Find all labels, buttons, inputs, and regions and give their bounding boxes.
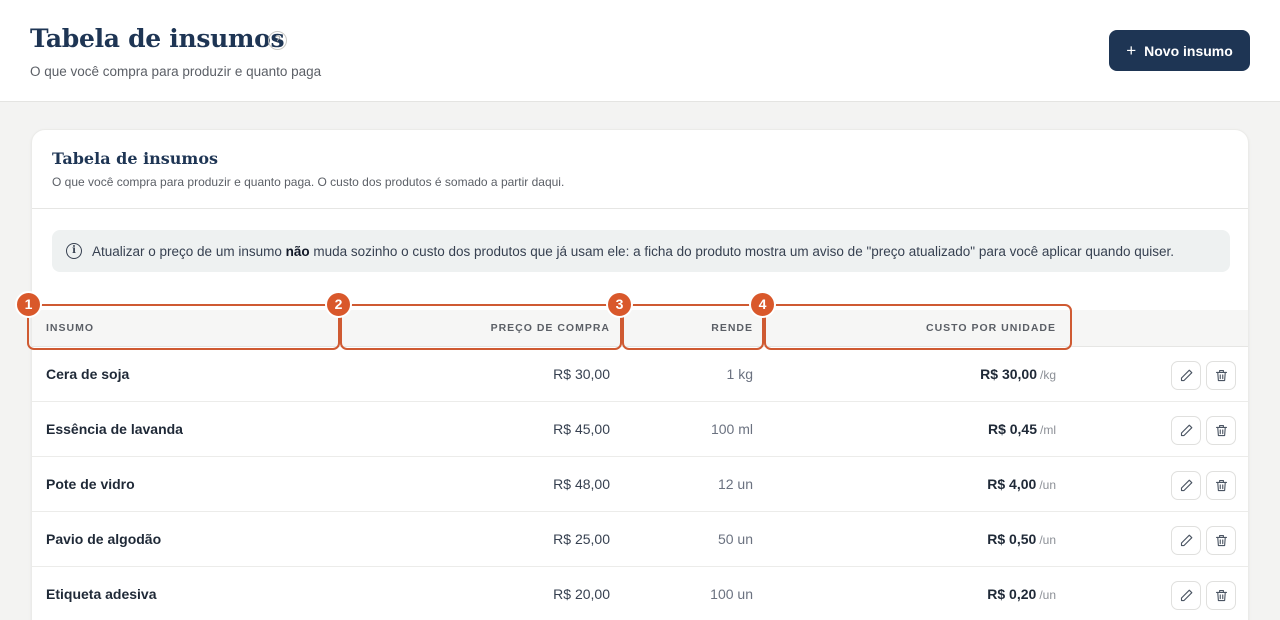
purchase-price: R$ 45,00: [553, 421, 610, 437]
new-supply-label: Novo insumo: [1144, 42, 1233, 59]
table-row: Etiqueta adesiva R$ 20,00 100 un R$ 0,20…: [32, 567, 1248, 620]
highlight-column-yield: [622, 304, 764, 350]
info-text-bold: não: [285, 243, 310, 259]
delete-button[interactable]: [1206, 416, 1236, 445]
supplies-card: Tabela de insumos O que você compra para…: [31, 129, 1249, 620]
help-icon[interactable]: ?: [268, 31, 287, 50]
card-title: Tabela de insumos: [52, 149, 219, 168]
pencil-icon: [1180, 589, 1192, 602]
info-text-after: muda sozinho o custo dos produtos que já…: [309, 243, 1174, 259]
table-row: Essência de lavanda R$ 45,00 100 ml R$ 0…: [32, 402, 1248, 457]
trash-icon: [1215, 424, 1227, 437]
unit-cost: R$ 4,00/un: [987, 476, 1056, 492]
pencil-icon: [1180, 369, 1192, 382]
annotation-badge-3: 3: [606, 291, 633, 318]
unit-cost-value: R$ 0,20: [987, 586, 1037, 602]
trash-icon: [1215, 369, 1227, 382]
edit-button[interactable]: [1171, 361, 1201, 390]
yield-amount: 100 un: [710, 586, 753, 602]
unit-cost-value: R$ 30,00: [980, 366, 1037, 382]
new-supply-button[interactable]: + Novo insumo: [1109, 30, 1250, 71]
plus-icon: +: [1126, 41, 1137, 60]
purchase-price: R$ 30,00: [553, 366, 610, 382]
yield-amount: 12 un: [717, 476, 753, 492]
annotation-badge-2: 2: [325, 291, 352, 318]
page-header: Tabela de insumos ? O que você compra pa…: [0, 0, 1280, 102]
delete-button[interactable]: [1206, 581, 1236, 610]
purchase-price: R$ 48,00: [553, 476, 610, 492]
unit-label: /un: [1039, 588, 1056, 602]
delete-button[interactable]: [1206, 361, 1236, 390]
table-row: Cera de soja R$ 30,00 1 kg R$ 30,00/kg: [32, 347, 1248, 402]
unit-label: /un: [1039, 533, 1056, 547]
supply-name: Essência de lavanda: [46, 421, 183, 437]
trash-icon: [1215, 534, 1227, 547]
edit-button[interactable]: [1171, 526, 1201, 555]
pencil-icon: [1180, 534, 1192, 547]
annotation-badge-1: 1: [15, 291, 42, 318]
unit-cost-value: R$ 0,50: [987, 531, 1037, 547]
unit-cost-value: R$ 0,45: [987, 421, 1037, 437]
trash-icon: [1215, 589, 1227, 602]
info-text-before: Atualizar o preço de um insumo: [92, 243, 286, 259]
table-row: Pavio de algodão R$ 25,00 50 un R$ 0,50/…: [32, 512, 1248, 567]
annotation-badge-4: 4: [749, 291, 776, 318]
unit-cost: R$ 0,50/un: [987, 531, 1056, 547]
pencil-icon: [1180, 479, 1192, 492]
unit-label: /un: [1039, 478, 1056, 492]
highlight-column-price: [340, 304, 622, 350]
unit-cost-value: R$ 4,00: [987, 476, 1037, 492]
edit-button[interactable]: [1171, 471, 1201, 500]
card-subtitle: O que você compra para produzir e quanto…: [52, 175, 565, 189]
edit-button[interactable]: [1171, 581, 1201, 610]
table-row: Pote de vidro R$ 48,00 12 un R$ 4,00/un: [32, 457, 1248, 512]
supply-name: Pavio de algodão: [46, 531, 162, 547]
page-title: Tabela de insumos: [30, 24, 285, 53]
unit-label: /kg: [1039, 368, 1056, 382]
info-banner: i Atualizar o preço de um insumo não mud…: [52, 230, 1230, 272]
purchase-price: R$ 20,00: [553, 586, 610, 602]
info-text: Atualizar o preço de um insumo não muda …: [92, 244, 1174, 259]
purchase-price: R$ 25,00: [553, 531, 610, 547]
pencil-icon: [1180, 424, 1192, 437]
delete-button[interactable]: [1206, 471, 1236, 500]
page-subtitle: O que você compra para produzir e quanto…: [30, 64, 322, 79]
highlight-column-cost: [764, 304, 1072, 350]
unit-cost: R$ 0,45/ml: [988, 421, 1056, 437]
supply-name: Pote de vidro: [46, 476, 135, 492]
yield-amount: 50 un: [717, 531, 753, 547]
edit-button[interactable]: [1171, 416, 1201, 445]
delete-button[interactable]: [1206, 526, 1236, 555]
info-icon: i: [66, 243, 82, 259]
card-divider: [32, 208, 1248, 209]
unit-cost: R$ 30,00/kg: [980, 366, 1056, 382]
yield-amount: 1 kg: [726, 366, 753, 382]
highlight-column-name: [27, 304, 340, 350]
unit-cost: R$ 0,20/un: [987, 586, 1056, 602]
unit-label: /ml: [1040, 423, 1056, 437]
supply-name: Cera de soja: [46, 366, 130, 382]
supply-name: Etiqueta adesiva: [46, 586, 157, 602]
yield-amount: 100 ml: [710, 421, 753, 437]
trash-icon: [1215, 479, 1227, 492]
